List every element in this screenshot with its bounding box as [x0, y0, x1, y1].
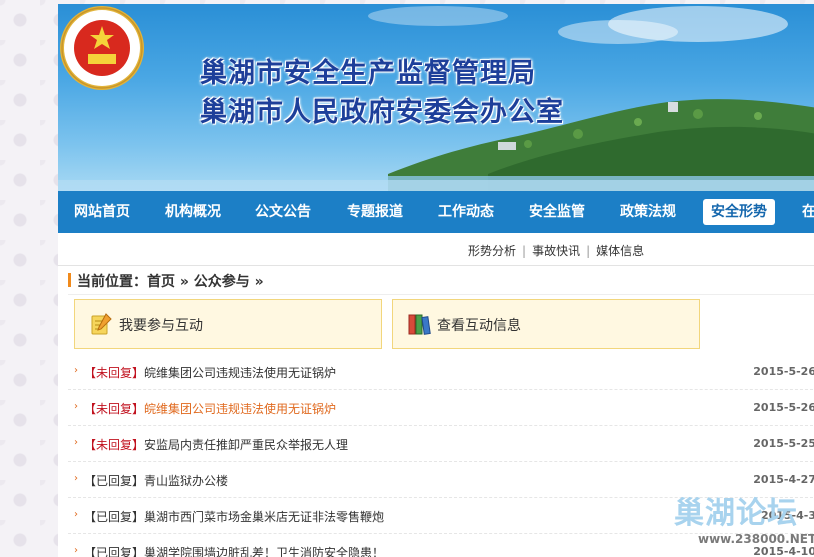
nav-item-more[interactable]: 在 — [794, 199, 814, 225]
list-item-text: 巢湖学院围墙边脏乱差！卫生消防安全隐患！ — [144, 546, 385, 557]
list-item-title[interactable]: 【已回复】巢湖市西门菜市场金巢米店无证非法零售鞭炮 — [84, 508, 384, 525]
bullet-arrow-icon: › — [74, 545, 78, 556]
nav-item-safety-situation[interactable]: 安全形势 — [703, 199, 775, 225]
nav-item-policies[interactable]: 政策法规 — [612, 199, 684, 225]
bullet-arrow-icon: › — [74, 437, 78, 448]
list-item-text: 安监局内责任推卸严重民众举报无人理 — [144, 438, 349, 452]
participate-button[interactable]: 我要参与互动 — [74, 299, 382, 349]
main-nav: 网站首页 机构概况 公文公告 专题报道 工作动态 安全监管 政策法规 安全形势 … — [58, 191, 814, 233]
notepad-icon — [91, 313, 112, 335]
participate-button-label: 我要参与互动 — [119, 318, 203, 334]
list-item-text: 巢湖市西门菜市场金巢米店无证非法零售鞭炮 — [144, 510, 385, 524]
site-title-secondary: 巢湖市人民政府安委会办公室 — [200, 97, 564, 128]
sub-nav: 形势分析 | 事故快讯 | 媒体信息 — [58, 233, 814, 266]
bullet-arrow-icon: › — [74, 473, 78, 484]
status-badge: 【未回复】 — [84, 366, 145, 380]
list-item-text: 皖维集团公司违规违法使用无证锅炉 — [144, 402, 337, 416]
breadcrumb-text: 当前位置：首页 » 公众参与 » — [77, 274, 264, 290]
list-item-text: 青山监狱办公楼 — [144, 474, 229, 488]
list-item-title[interactable]: 【未回复】安监局内责任推卸严重民众举报无人理 — [84, 436, 348, 453]
sub-nav-links: 形势分析 | 事故快讯 | 媒体信息 — [468, 242, 644, 259]
nav-item-organization[interactable]: 机构概况 — [157, 199, 229, 225]
list-item[interactable]: › 【未回复】安监局内责任推卸严重民众举报无人理 2015-5-25 — [68, 426, 814, 462]
status-badge: 【未回复】 — [84, 402, 145, 416]
list-item-date: 2015-4-27 — [753, 473, 814, 486]
emblem-logo — [60, 6, 144, 90]
bullet-arrow-icon: › — [74, 401, 78, 412]
breadcrumb-marker — [68, 273, 71, 287]
watermark-name: 巢湖论坛 — [674, 496, 798, 531]
status-badge: 【已回复】 — [84, 546, 145, 557]
site-title-primary: 巢湖市安全生产监督管理局 — [200, 58, 536, 89]
view-interaction-button[interactable]: 查看互动信息 — [392, 299, 700, 349]
header-banner: 巢湖市安全生产监督管理局 巢湖市人民政府安委会办公室 — [58, 4, 814, 191]
sub-nav-separator: | — [522, 244, 527, 258]
nav-item-work-news[interactable]: 工作动态 — [430, 199, 502, 225]
list-item-date: 2015-5-26 — [753, 401, 814, 414]
nav-item-special-reports[interactable]: 专题报道 — [339, 199, 411, 225]
list-item[interactable]: › 【未回复】皖维集团公司违规违法使用无证锅炉 2015-5-26 — [68, 354, 814, 390]
status-badge: 【未回复】 — [84, 438, 145, 452]
list-item-title[interactable]: 【未回复】皖维集团公司违规违法使用无证锅炉 — [84, 364, 336, 381]
sub-nav-link-analysis[interactable]: 形势分析 — [468, 244, 516, 258]
list-item-date: 2015-5-26 — [753, 365, 814, 378]
list-item-title[interactable]: 【已回复】青山监狱办公楼 — [84, 472, 228, 489]
page-container: 巢湖市安全生产监督管理局 巢湖市人民政府安委会办公室 网站首页 机构概况 公文公… — [58, 4, 814, 557]
status-badge: 【已回复】 — [84, 474, 145, 488]
watermark-url: www.238000.NET — [698, 532, 814, 546]
nav-item-announcements[interactable]: 公文公告 — [247, 199, 319, 225]
sub-nav-link-media[interactable]: 媒体信息 — [596, 244, 644, 258]
bullet-arrow-icon: › — [74, 509, 78, 520]
status-badge: 【已回复】 — [84, 510, 145, 524]
nav-item-safety-supervision[interactable]: 安全监管 — [521, 199, 593, 225]
nav-item-home[interactable]: 网站首页 — [66, 199, 138, 225]
forum-watermark: 巢湖论坛 www.238000.NET — [660, 488, 814, 557]
bullet-arrow-icon: › — [74, 365, 78, 376]
breadcrumb: 当前位置：首页 » 公众参与 » — [68, 266, 814, 295]
view-interaction-button-label: 查看互动信息 — [437, 318, 521, 334]
list-item[interactable]: › 【未回复】皖维集团公司违规违法使用无证锅炉 2015-5-26 — [68, 390, 814, 426]
sub-nav-separator: | — [586, 244, 591, 258]
list-item-title[interactable]: 【未回复】皖维集团公司违规违法使用无证锅炉 — [84, 400, 336, 417]
binders-icon — [408, 314, 431, 335]
list-item-text: 皖维集团公司违规违法使用无证锅炉 — [144, 366, 337, 380]
list-item-date: 2015-5-25 — [753, 437, 814, 450]
sub-nav-link-accidents[interactable]: 事故快讯 — [532, 244, 580, 258]
list-item-title[interactable]: 【已回复】巢湖学院围墙边脏乱差！卫生消防安全隐患！ — [84, 544, 384, 557]
